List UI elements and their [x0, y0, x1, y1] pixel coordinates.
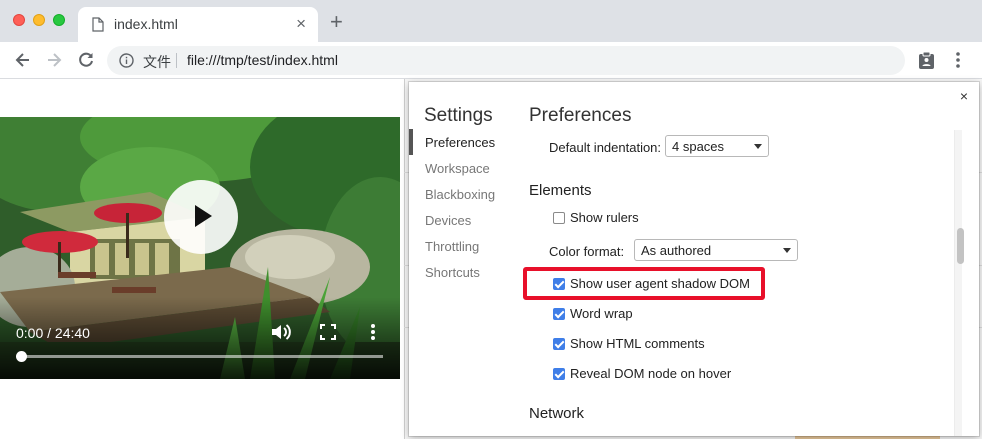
sidebar-item-workspace[interactable]: Workspace — [425, 161, 490, 176]
tab-index[interactable]: index.html × — [78, 7, 318, 42]
highlight-box — [523, 267, 765, 300]
tab-close-icon[interactable]: × — [296, 14, 306, 34]
seek-thumb[interactable] — [16, 351, 27, 362]
url-text[interactable]: file:///tmp/test/index.html — [187, 52, 338, 68]
word-wrap-checkbox[interactable] — [553, 308, 565, 320]
clipboard-icon[interactable] — [918, 51, 935, 70]
video-player[interactable]: 0:00 / 24:40 — [0, 117, 400, 379]
default-indentation-value: 4 spaces — [672, 139, 725, 154]
seek-bar[interactable] — [20, 355, 383, 358]
reveal-dom-checkbox[interactable] — [553, 368, 565, 380]
tab-strip: index.html × + — [0, 0, 982, 42]
maximize-window-button[interactable] — [53, 14, 65, 26]
sidebar-active-marker — [409, 129, 413, 155]
default-indentation-select[interactable]: 4 spaces — [665, 135, 769, 157]
new-tab-icon[interactable]: + — [330, 9, 343, 35]
info-icon[interactable] — [119, 53, 134, 68]
settings-dialog: × Settings Preferences Workspace Blackbo… — [409, 82, 979, 436]
close-window-button[interactable] — [13, 14, 25, 26]
site-info-chip[interactable]: 文件 — [143, 52, 171, 72]
video-more-icon[interactable] — [370, 323, 376, 341]
toolbar: 文件 file:///tmp/test/index.html — [0, 42, 982, 79]
browser-window: index.html × + 文件 file:///tmp/test/index… — [0, 0, 982, 439]
settings-title: Settings — [424, 105, 493, 126]
more-vert-icon[interactable] — [955, 52, 961, 68]
play-button[interactable] — [164, 180, 238, 254]
network-section-title: Network — [529, 405, 585, 422]
reload-icon[interactable] — [76, 50, 96, 70]
sidebar-item-blackboxing[interactable]: Blackboxing — [425, 187, 495, 202]
color-format-value: As authored — [641, 243, 712, 258]
omnibox-separator — [176, 53, 177, 68]
chevron-down-icon — [754, 144, 762, 149]
sidebar-item-throttling[interactable]: Throttling — [425, 239, 479, 254]
omnibox[interactable]: 文件 file:///tmp/test/index.html — [107, 46, 905, 75]
show-rulers-label[interactable]: Show rulers — [570, 210, 639, 225]
color-format-label: Color format: — [549, 244, 625, 259]
show-rulers-checkbox[interactable] — [553, 212, 565, 224]
volume-icon[interactable] — [270, 322, 292, 342]
chevron-down-icon — [783, 248, 791, 253]
sidebar-item-preferences[interactable]: Preferences — [425, 135, 495, 150]
tab-title: index.html — [114, 16, 178, 32]
preferences-title: Preferences — [529, 105, 632, 126]
html-comments-label[interactable]: Show HTML comments — [570, 336, 705, 351]
minimize-window-button[interactable] — [33, 14, 45, 26]
default-indentation-label: Default indentation: — [549, 140, 662, 155]
play-icon — [195, 205, 212, 227]
forward-icon[interactable] — [44, 50, 64, 70]
reveal-dom-label[interactable]: Reveal DOM node on hover — [570, 366, 731, 381]
back-icon[interactable] — [13, 50, 33, 70]
sidebar-item-devices[interactable]: Devices — [425, 213, 471, 228]
page-content: 0:00 / 24:40 × Settings Preferences Work… — [0, 79, 982, 439]
word-wrap-label[interactable]: Word wrap — [570, 306, 633, 321]
fullscreen-icon[interactable] — [320, 324, 336, 340]
sidebar-item-shortcuts[interactable]: Shortcuts — [425, 265, 480, 280]
settings-scrollbar[interactable] — [954, 130, 962, 436]
close-icon[interactable]: × — [960, 88, 968, 104]
elements-section-title: Elements — [529, 182, 592, 199]
settings-scroll-thumb[interactable] — [957, 228, 964, 264]
document-icon — [92, 17, 104, 32]
color-format-select[interactable]: As authored — [634, 239, 798, 261]
html-comments-checkbox[interactable] — [553, 338, 565, 350]
video-time: 0:00 / 24:40 — [16, 325, 90, 341]
